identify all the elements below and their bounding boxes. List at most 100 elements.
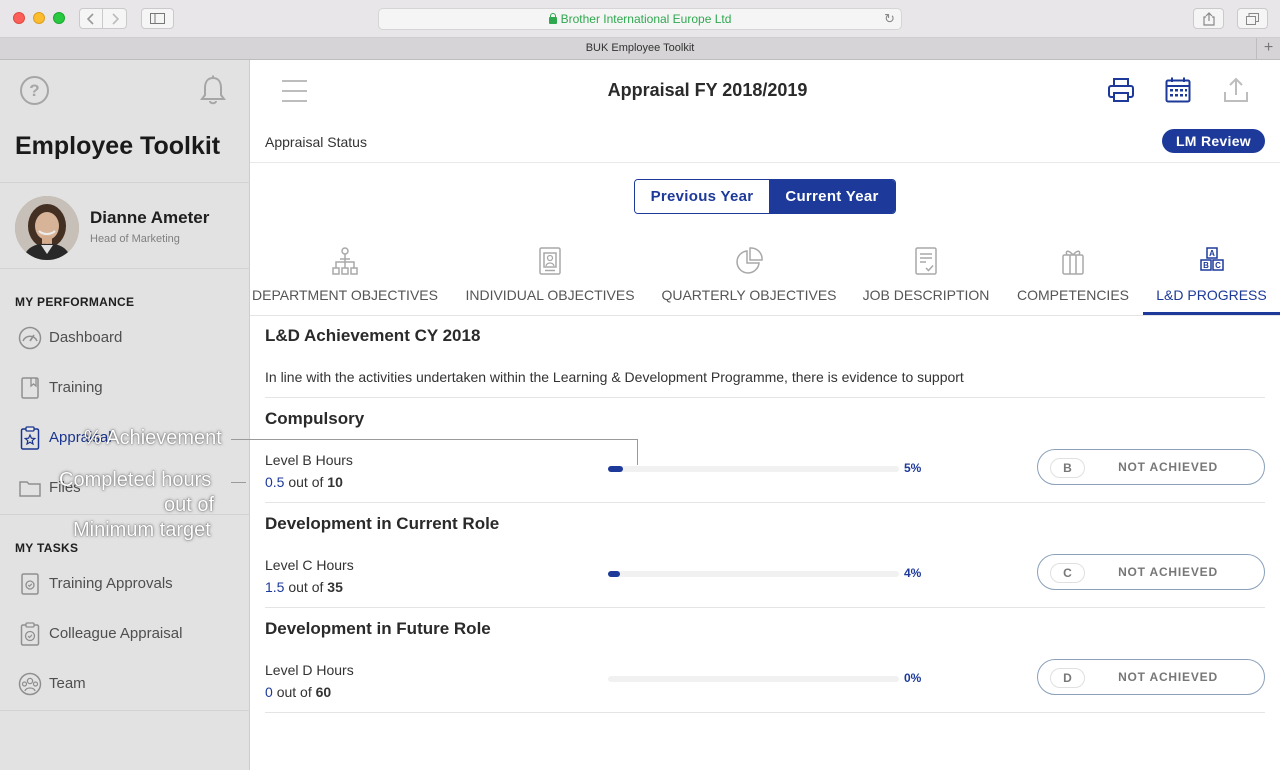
tab-label: L&D PROGRESS bbox=[1156, 287, 1267, 303]
out-of-text: out of bbox=[276, 684, 312, 700]
level-status-pill[interactable]: D NOT ACHIEVED bbox=[1037, 659, 1265, 695]
sidebar-item-label: Dashboard bbox=[49, 329, 123, 346]
new-tab-button[interactable]: + bbox=[1256, 38, 1280, 59]
achievement-bar bbox=[608, 676, 899, 682]
level-status-pill[interactable]: C NOT ACHIEVED bbox=[1037, 554, 1265, 590]
browser-tabs-button[interactable] bbox=[1237, 8, 1268, 29]
target-hours: 10 bbox=[327, 474, 343, 490]
print-icon[interactable] bbox=[1107, 76, 1135, 104]
level-letter: B bbox=[1050, 458, 1085, 478]
sidebar-divider bbox=[0, 182, 250, 183]
current-year-button[interactable]: Current Year bbox=[769, 180, 895, 213]
browser-titlebar: Brother International Europe Ltd ↻ bbox=[0, 0, 1280, 38]
sidebar-item-training-approvals[interactable]: Training Approvals bbox=[0, 566, 250, 602]
hours-progress-text: 1.5 out of 35 bbox=[265, 579, 343, 595]
reload-icon[interactable]: ↻ bbox=[884, 11, 895, 27]
intro-text: In line with the activities undertaken w… bbox=[265, 369, 964, 385]
browser-forward-button[interactable] bbox=[103, 8, 127, 29]
completed-hours: 0.5 bbox=[265, 474, 285, 490]
section-heading-tasks: MY TASKS bbox=[15, 541, 79, 555]
sidebar-item-label: Training Approvals bbox=[49, 575, 173, 592]
callout-line-achievement bbox=[231, 439, 638, 440]
hours-label: Level C Hours bbox=[265, 557, 354, 573]
header-divider bbox=[250, 162, 1280, 163]
browser-sidebar-button[interactable] bbox=[141, 8, 174, 29]
avatar[interactable] bbox=[15, 196, 79, 260]
avatar-photo bbox=[15, 196, 79, 260]
upload-icon[interactable] bbox=[1222, 76, 1250, 104]
folder-icon bbox=[19, 481, 41, 497]
profile-role: Head of Marketing bbox=[90, 233, 180, 245]
achievement-bar bbox=[608, 571, 899, 577]
help-icon[interactable]: ? bbox=[20, 76, 49, 105]
tab-label: COMPETENCIES bbox=[1016, 287, 1129, 303]
content-title: L&D Achievement CY 2018 bbox=[265, 326, 481, 345]
calendar-icon[interactable] bbox=[1164, 76, 1192, 104]
address-bar[interactable]: Brother International Europe Ltd ↻ bbox=[378, 8, 902, 30]
achievement-percent: 4% bbox=[904, 566, 922, 580]
achievement-bar-fill bbox=[608, 466, 623, 472]
callout-out-of: out of bbox=[164, 494, 215, 516]
tab-department-objectives[interactable]: DEPARTMENT OBJECTIVES bbox=[250, 228, 440, 315]
bell-icon[interactable] bbox=[198, 75, 228, 107]
sidebar-divider bbox=[0, 268, 250, 269]
level-status-pill[interactable]: B NOT ACHIEVED bbox=[1037, 449, 1265, 485]
org-chart-icon bbox=[332, 247, 358, 275]
callout-completed-hours: Completed hours bbox=[59, 469, 212, 491]
level-letter: C bbox=[1050, 563, 1085, 583]
tab-job-description[interactable]: JOB DESCRIPTION bbox=[856, 228, 996, 315]
sidebar-item-colleague-appraisal[interactable]: Colleague Appraisal bbox=[0, 616, 250, 652]
achievement-percent: 5% bbox=[904, 461, 922, 475]
out-of-text: out of bbox=[288, 474, 324, 490]
row-divider bbox=[265, 502, 1265, 503]
level-letter: D bbox=[1050, 668, 1085, 688]
section-heading-performance: MY PERFORMANCE bbox=[15, 295, 135, 309]
callout-minimum-target: Minimum target bbox=[73, 519, 211, 541]
clipboard-check-icon bbox=[20, 622, 40, 646]
sidebar-item-label: Colleague Appraisal bbox=[49, 625, 183, 642]
sidebar-item-training[interactable]: Training bbox=[0, 370, 250, 406]
sidebar-item-label: Training bbox=[49, 379, 103, 396]
gift-icon bbox=[1062, 250, 1084, 275]
app-title: Employee Toolkit bbox=[15, 132, 221, 160]
section-title-current-role: Development in Current Role bbox=[265, 514, 500, 533]
id-card-icon bbox=[539, 247, 561, 275]
browser-tab-title: BUK Employee Toolkit bbox=[585, 42, 695, 54]
content-divider bbox=[265, 397, 1265, 398]
tabs-divider bbox=[250, 315, 1280, 316]
completed-hours: 1.5 bbox=[265, 579, 285, 595]
target-hours: 60 bbox=[315, 684, 332, 700]
achievement-percent: 0% bbox=[904, 671, 922, 685]
previous-year-button[interactable]: Previous Year bbox=[635, 180, 769, 213]
training-approval-icon bbox=[21, 573, 39, 595]
chevron-left-icon bbox=[87, 12, 94, 25]
sidebar-item-team[interactable]: Team bbox=[0, 666, 250, 702]
checklist-icon bbox=[915, 247, 937, 275]
tab-label: DEPARTMENT OBJECTIVES bbox=[252, 287, 438, 303]
svg-text:B: B bbox=[1203, 261, 1209, 270]
browser-back-button[interactable] bbox=[79, 8, 103, 29]
level-status: NOT ACHIEVED bbox=[1118, 565, 1218, 579]
row-divider bbox=[265, 607, 1265, 608]
callout-achievement: % Achievement bbox=[84, 427, 222, 449]
window-minimize-button[interactable] bbox=[33, 12, 45, 24]
tab-competencies[interactable]: COMPETENCIES bbox=[1013, 228, 1133, 315]
completed-hours: 0 bbox=[265, 684, 273, 700]
section-title-compulsory: Compulsory bbox=[265, 409, 365, 428]
tab-quarterly-objectives[interactable]: QUARTERLY OBJECTIVES bbox=[654, 228, 844, 315]
browser-share-button[interactable] bbox=[1193, 8, 1224, 29]
browser-tab[interactable]: BUK Employee Toolkit + bbox=[0, 38, 1280, 60]
row-divider bbox=[265, 712, 1265, 713]
achievement-bar bbox=[608, 466, 899, 472]
window-close-button[interactable] bbox=[13, 12, 25, 24]
tab-ld-progress[interactable]: A B C L&D PROGRESS bbox=[1143, 228, 1280, 315]
level-status: NOT ACHIEVED bbox=[1118, 670, 1218, 684]
svg-text:A: A bbox=[1209, 249, 1215, 258]
svg-text:C: C bbox=[1215, 261, 1221, 270]
window-maximize-button[interactable] bbox=[53, 12, 65, 24]
tab-label: INDIVIDUAL OBJECTIVES bbox=[465, 287, 635, 303]
pie-chart-icon bbox=[736, 247, 763, 274]
tab-individual-objectives[interactable]: INDIVIDUAL OBJECTIVES bbox=[455, 228, 645, 315]
appraisal-status-row: Appraisal Status LM Review bbox=[265, 129, 1265, 162]
sidebar-item-dashboard[interactable]: Dashboard bbox=[0, 320, 250, 356]
